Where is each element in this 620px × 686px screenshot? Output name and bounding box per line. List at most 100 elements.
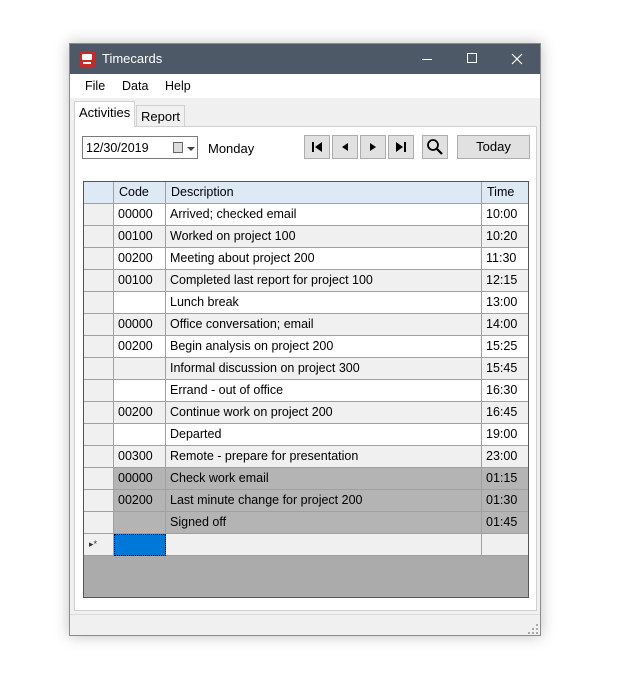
time-cell[interactable]: 12:15	[482, 270, 528, 292]
code-cell[interactable]	[114, 512, 166, 534]
row-selector[interactable]	[84, 226, 114, 248]
row-selector[interactable]	[84, 270, 114, 292]
description-cell[interactable]: Errand - out of office	[166, 380, 482, 402]
row-selector[interactable]	[84, 248, 114, 270]
code-cell[interactable]: 00200	[114, 402, 166, 424]
previous-record-button[interactable]	[332, 135, 358, 159]
time-cell[interactable]: 16:45	[482, 402, 528, 424]
calendar-icon[interactable]	[173, 142, 183, 153]
close-button[interactable]	[494, 44, 540, 74]
new-row[interactable]: ▸*	[84, 534, 528, 556]
table-row[interactable]: 00000 Check work email 01:15	[84, 468, 528, 490]
new-description-cell[interactable]	[166, 534, 482, 556]
time-cell[interactable]: 14:00	[482, 314, 528, 336]
table-row[interactable]: 00100 Worked on project 100 10:20	[84, 226, 528, 248]
table-row[interactable]: 00000 Arrived; checked email 10:00	[84, 204, 528, 226]
description-cell[interactable]: Departed	[166, 424, 482, 446]
chevron-down-icon[interactable]	[187, 147, 195, 151]
description-cell[interactable]: Check work email	[166, 468, 482, 490]
resize-grip-icon[interactable]	[528, 624, 538, 634]
description-cell[interactable]: Remote - prepare for presentation	[166, 446, 482, 468]
row-selector[interactable]	[84, 424, 114, 446]
minimize-button[interactable]	[404, 44, 450, 74]
menu-help[interactable]: Help	[165, 79, 191, 93]
row-selector[interactable]	[84, 446, 114, 468]
table-row[interactable]: 00100 Completed last report for project 1…	[84, 270, 528, 292]
description-cell[interactable]: Begin analysis on project 200	[166, 336, 482, 358]
column-header-description[interactable]: Description	[166, 182, 482, 204]
time-cell[interactable]: 10:20	[482, 226, 528, 248]
table-row[interactable]: Departed 19:00	[84, 424, 528, 446]
new-code-cell[interactable]	[114, 534, 166, 556]
code-cell[interactable]: 00100	[114, 270, 166, 292]
time-cell[interactable]: 10:00	[482, 204, 528, 226]
time-cell[interactable]: 23:00	[482, 446, 528, 468]
menu-file[interactable]: File	[85, 79, 105, 93]
date-picker[interactable]: 12/30/2019	[82, 136, 198, 159]
row-selector[interactable]	[84, 204, 114, 226]
row-selector[interactable]	[84, 380, 114, 402]
title-bar[interactable]: Timecards	[70, 44, 540, 74]
last-record-button[interactable]	[388, 135, 414, 159]
time-cell[interactable]: 01:45	[482, 512, 528, 534]
code-cell[interactable]: 00100	[114, 226, 166, 248]
code-cell[interactable]	[114, 292, 166, 314]
description-cell[interactable]: Worked on project 100	[166, 226, 482, 248]
code-cell[interactable]	[114, 380, 166, 402]
description-cell[interactable]: Office conversation; email	[166, 314, 482, 336]
new-row-marker-icon[interactable]: ▸*	[84, 534, 114, 556]
code-cell[interactable]: 00200	[114, 248, 166, 270]
new-time-cell[interactable]	[482, 534, 528, 556]
date-value[interactable]: 12/30/2019	[86, 141, 149, 155]
row-selector[interactable]	[84, 292, 114, 314]
code-cell[interactable]: 00200	[114, 336, 166, 358]
description-cell[interactable]: Arrived; checked email	[166, 204, 482, 226]
activities-grid[interactable]: Code Description Time 00000 Arrived; chec…	[83, 181, 529, 598]
time-cell[interactable]: 15:45	[482, 358, 528, 380]
code-cell[interactable]: 00300	[114, 446, 166, 468]
time-cell[interactable]: 11:30	[482, 248, 528, 270]
next-record-button[interactable]	[360, 135, 386, 159]
column-header-code[interactable]: Code	[114, 182, 166, 204]
time-cell[interactable]: 15:25	[482, 336, 528, 358]
column-header-time[interactable]: Time	[482, 182, 528, 204]
today-button[interactable]: Today	[457, 135, 530, 159]
row-selector[interactable]	[84, 358, 114, 380]
code-cell[interactable]: 00200	[114, 490, 166, 512]
time-cell[interactable]: 01:15	[482, 468, 528, 490]
code-cell[interactable]: 00000	[114, 314, 166, 336]
code-cell[interactable]	[114, 424, 166, 446]
row-selector[interactable]	[84, 336, 114, 358]
tab-activities[interactable]: Activities	[74, 101, 136, 127]
time-cell[interactable]: 01:30	[482, 490, 528, 512]
table-row[interactable]: Lunch break 13:00	[84, 292, 528, 314]
maximize-button[interactable]	[450, 44, 496, 74]
row-selector[interactable]	[84, 314, 114, 336]
description-cell[interactable]: Signed off	[166, 512, 482, 534]
table-row[interactable]: 00000 Office conversation; email 14:00	[84, 314, 528, 336]
tab-report[interactable]: Report	[136, 105, 186, 127]
description-cell[interactable]: Completed last report for project 100	[166, 270, 482, 292]
time-cell[interactable]: 19:00	[482, 424, 528, 446]
row-selector[interactable]	[84, 468, 114, 490]
code-cell[interactable]: 00000	[114, 468, 166, 490]
table-row[interactable]: Signed off 01:45	[84, 512, 528, 534]
row-selector[interactable]	[84, 512, 114, 534]
row-header-corner[interactable]	[84, 182, 114, 204]
description-cell[interactable]: Last minute change for project 200	[166, 490, 482, 512]
row-selector[interactable]	[84, 402, 114, 424]
description-cell[interactable]: Lunch break	[166, 292, 482, 314]
menu-data[interactable]: Data	[122, 79, 148, 93]
search-button[interactable]	[422, 135, 448, 159]
table-row[interactable]: 00200 Continue work on project 200 16:45	[84, 402, 528, 424]
description-cell[interactable]: Continue work on project 200	[166, 402, 482, 424]
code-cell[interactable]: 00000	[114, 204, 166, 226]
table-row[interactable]: 00200 Begin analysis on project 200 15:25	[84, 336, 528, 358]
table-row[interactable]: Errand - out of office 16:30	[84, 380, 528, 402]
table-row[interactable]: 00200 Last minute change for project 200 0…	[84, 490, 528, 512]
first-record-button[interactable]	[304, 135, 330, 159]
code-cell[interactable]	[114, 358, 166, 380]
time-cell[interactable]: 13:00	[482, 292, 528, 314]
table-row[interactable]: 00200 Meeting about project 200 11:30	[84, 248, 528, 270]
time-cell[interactable]: 16:30	[482, 380, 528, 402]
